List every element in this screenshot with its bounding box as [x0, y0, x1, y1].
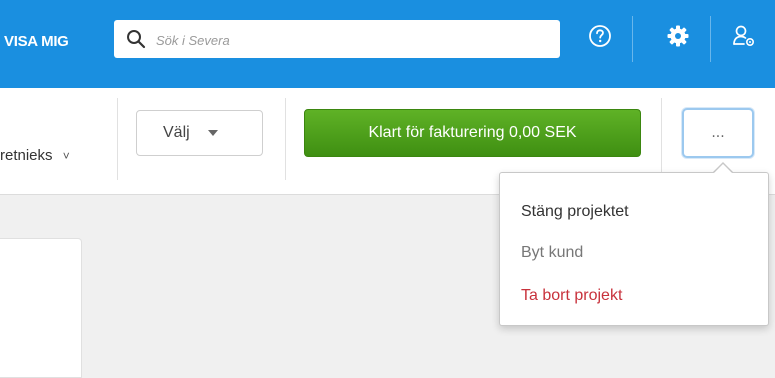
- content-card: [0, 238, 82, 378]
- search-box[interactable]: [114, 20, 560, 58]
- toolbar-separator: [661, 98, 662, 180]
- menu-pointer-fill: [713, 164, 733, 174]
- user-settings-button[interactable]: [724, 18, 764, 58]
- search-icon: [126, 29, 146, 49]
- chevron-down-icon: ˅: [62, 149, 70, 163]
- user-view-menu[interactable]: VISA MIG: [0, 24, 69, 60]
- settings-button[interactable]: [658, 18, 698, 58]
- caret-down-icon: [207, 130, 218, 136]
- select-button-label: Välj: [163, 124, 190, 141]
- header-divider: [710, 16, 711, 62]
- menu-item-close-project[interactable]: Stäng projektet: [521, 198, 629, 226]
- top-navigation-bar: VISA MIG: [0, 0, 775, 88]
- ellipsis-icon: ...: [711, 125, 725, 141]
- help-button[interactable]: [580, 18, 620, 58]
- user-settings-icon: [731, 23, 757, 53]
- toolbar-separator: [117, 98, 118, 180]
- menu-item-delete-project[interactable]: Ta bort projekt: [521, 282, 622, 310]
- project-manager-label: retnieks: [0, 147, 53, 164]
- more-actions-button[interactable]: ...: [682, 108, 754, 158]
- help-icon: [588, 24, 612, 52]
- header-divider: [632, 16, 633, 62]
- more-actions-menu: Stäng projektet Byt kund Ta bort projekt: [499, 172, 769, 326]
- toolbar-separator: [285, 98, 286, 180]
- menu-item-change-customer[interactable]: Byt kund: [521, 239, 583, 267]
- select-dropdown-button[interactable]: Välj: [136, 110, 263, 156]
- project-manager-select[interactable]: retnieks ˅: [0, 142, 70, 170]
- search-input[interactable]: [154, 26, 548, 54]
- ready-for-invoicing-button[interactable]: Klart för fakturering 0,00 SEK: [304, 109, 641, 157]
- gear-icon: [666, 24, 690, 52]
